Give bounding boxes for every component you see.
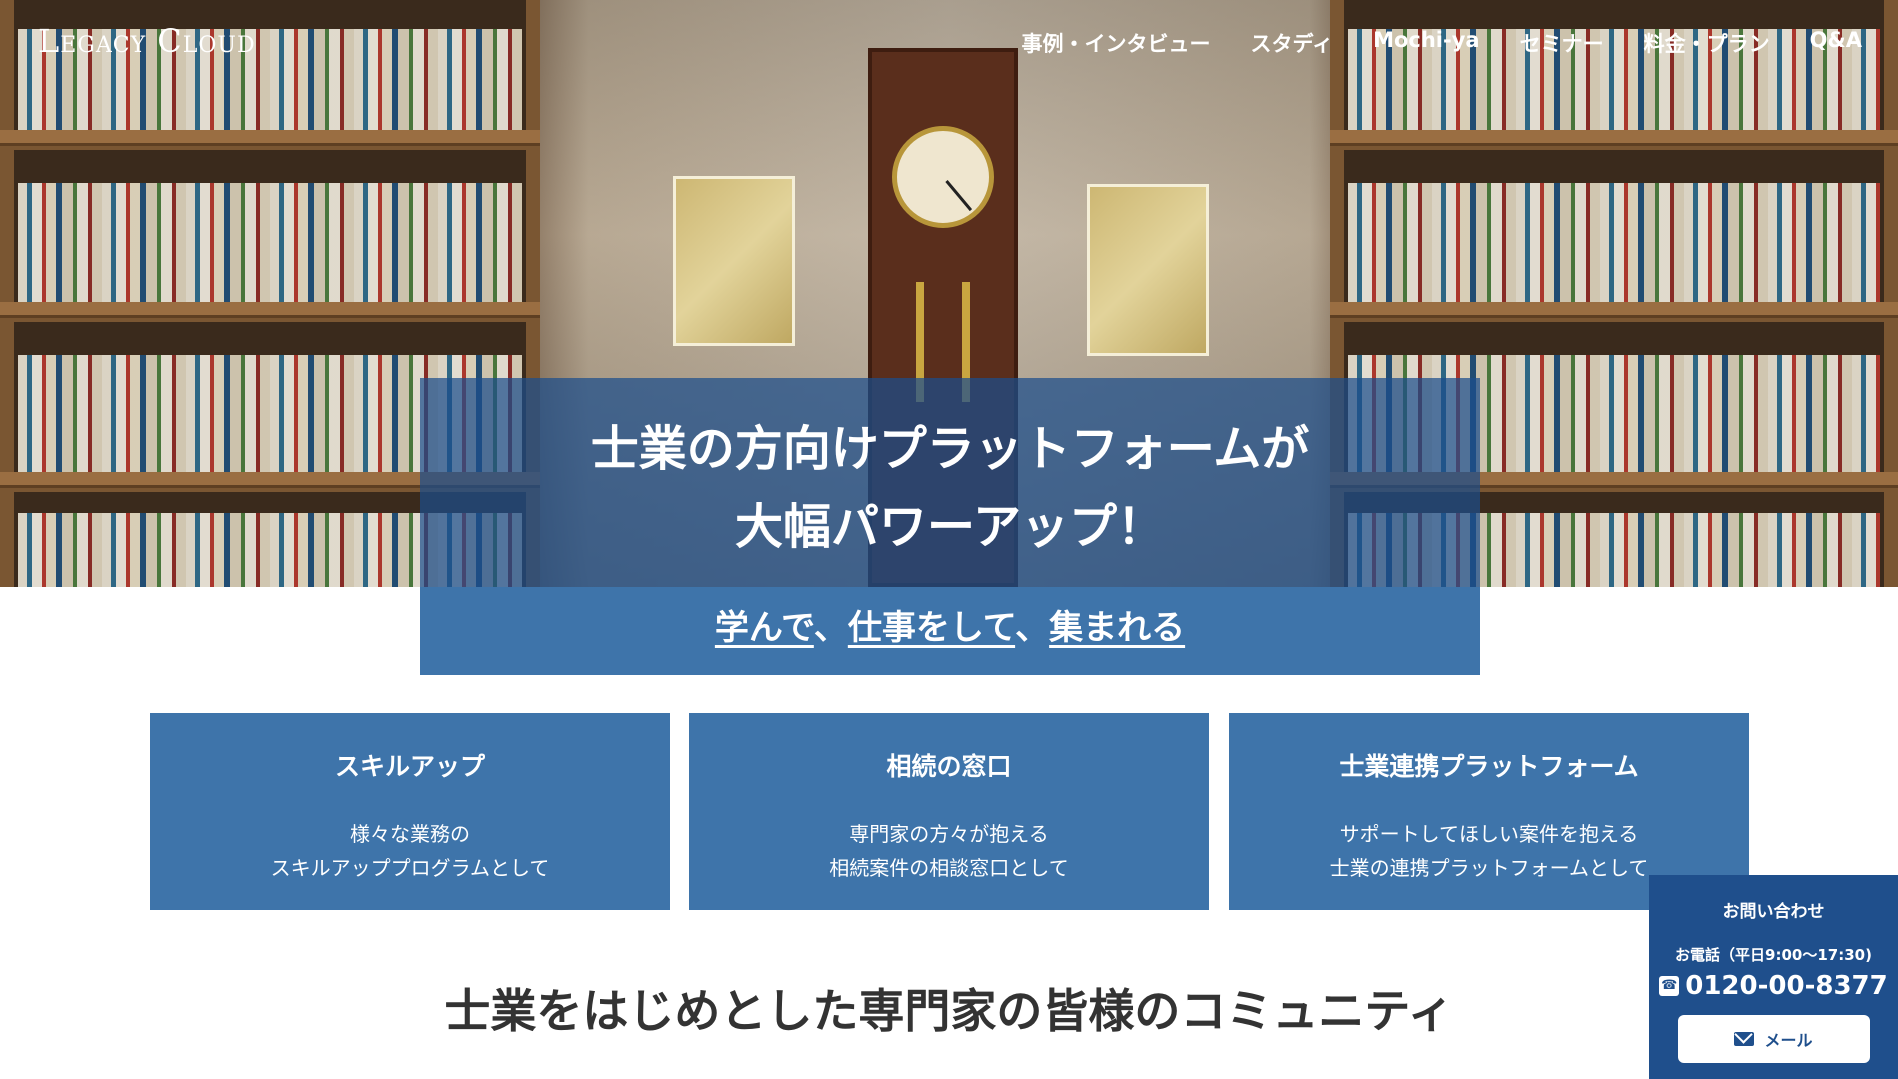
tagline-separator: 、 (813, 608, 848, 648)
framed-plaque-left (673, 176, 795, 346)
contact-widget: お問い合わせ お電話（平日9:00〜17:30) ☎ 0120-00-8377 … (1649, 875, 1898, 1079)
hero-headline: 士業の方向けプラットフォームが 大幅パワーアップ！ (420, 410, 1480, 566)
mail-icon (1734, 1032, 1755, 1046)
nav-seminar[interactable]: セミナー (1520, 28, 1604, 58)
card-description: 相続案件の相談窓口として (829, 856, 1069, 880)
tagline-link-gather[interactable]: 集まれる (1049, 608, 1185, 648)
nav-mochi-ya[interactable]: Mochi-ya (1373, 28, 1480, 58)
card-description: 専門家の方々が抱える (849, 822, 1049, 846)
nav-pricing[interactable]: 料金・プラン (1644, 28, 1770, 58)
card-inheritance-desk[interactable]: 相続の窓口 専門家の方々が抱える 相続案件の相談窓口として (689, 713, 1209, 910)
card-description: スキルアッププログラムとして (270, 856, 550, 880)
headline-line-2: 大幅パワーアップ！ (734, 499, 1166, 555)
hero-tagline: 学んで、仕事をして、集まれる (420, 600, 1480, 649)
tagline-link-work[interactable]: 仕事をして (848, 608, 1015, 648)
phone-hours-label: お電話（平日9:00〜17:30) (1675, 946, 1872, 964)
tagline-link-learn[interactable]: 学んで (715, 608, 814, 648)
framed-plaque-right (1087, 184, 1209, 356)
headline-line-1: 士業の方向けプラットフォームが (590, 421, 1310, 477)
community-section-title: 士業をはじめとした専門家の皆様のコミュニティ (444, 984, 1454, 1038)
card-skill-up[interactable]: スキルアップ 様々な業務の スキルアッププログラムとして (150, 713, 670, 910)
card-description: 様々な業務の (350, 822, 470, 846)
tagline-separator: 、 (1015, 608, 1050, 648)
card-description: サポートしてほしい案件を抱える (1339, 822, 1639, 846)
main-nav: 事例・インタビュー スタディ Mochi-ya セミナー 料金・プラン Q&A (1022, 28, 1862, 58)
phone-number: 0120-00-8377 (1685, 971, 1888, 1001)
mail-button-label: メール (1764, 1031, 1813, 1050)
nav-study[interactable]: スタディ (1251, 28, 1334, 58)
mail-button[interactable]: メール (1677, 1015, 1870, 1063)
card-title: スキルアップ (334, 752, 485, 781)
nav-qa[interactable]: Q&A (1810, 28, 1862, 58)
card-title: 相続の窓口 (886, 752, 1012, 781)
phone-icon: ☎ (1659, 976, 1680, 996)
nav-cases-interviews[interactable]: 事例・インタビュー (1022, 28, 1211, 58)
phone-number-link[interactable]: ☎ 0120-00-8377 (1649, 971, 1898, 1001)
site-logo[interactable]: Legacy Cloud (38, 22, 256, 60)
contact-title: お問い合わせ (1722, 902, 1825, 922)
card-title: 士業連携プラットフォーム (1339, 752, 1639, 781)
